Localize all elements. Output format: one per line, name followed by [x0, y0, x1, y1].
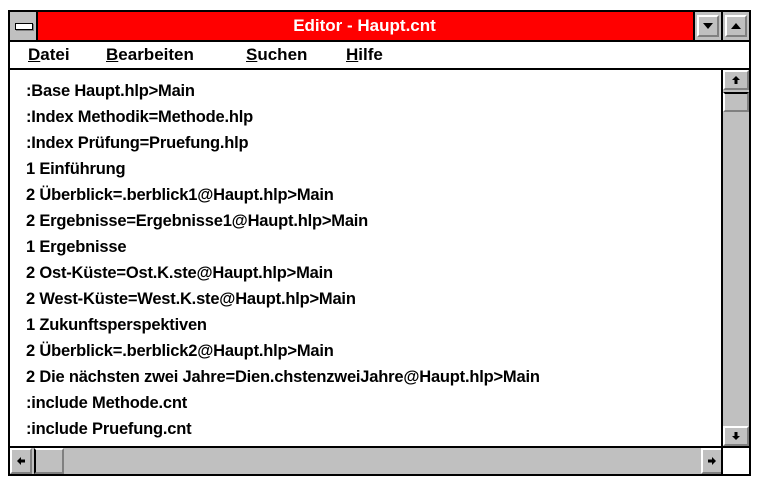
- minimize-button[interactable]: [693, 12, 721, 40]
- editor-window: Editor - Haupt.cnt Datei Bearbeiten Such…: [8, 10, 751, 476]
- horizontal-scrollbar[interactable]: [10, 446, 723, 474]
- text-line: 2 Überblick=.berblick2@Haupt.hlp>Main: [26, 342, 334, 360]
- window-title: Editor - Haupt.cnt: [293, 16, 436, 35]
- title-bar[interactable]: Editor - Haupt.cnt: [10, 12, 749, 42]
- text-line: 2 West-Küste=West.K.ste@Haupt.hlp>Main: [26, 290, 356, 308]
- arrow-down-icon: [732, 432, 740, 440]
- scroll-right-button[interactable]: [701, 448, 723, 474]
- maximize-icon: [725, 15, 747, 37]
- system-menu-icon[interactable]: [10, 12, 38, 40]
- scrollbar-corner: [721, 446, 749, 474]
- scroll-left-button[interactable]: [10, 448, 32, 474]
- scroll-down-button[interactable]: [723, 426, 749, 446]
- text-line: 2 Die nächsten zwei Jahre=Dien.chstenzwe…: [26, 368, 540, 386]
- scroll-up-button[interactable]: [723, 70, 749, 90]
- text-line: 1 Zukunftsperspektiven: [26, 316, 207, 334]
- horizontal-scroll-thumb[interactable]: [34, 448, 64, 474]
- text-line: :include Methode.cnt: [26, 394, 188, 412]
- menu-bearbeiten[interactable]: Bearbeiten: [106, 42, 194, 68]
- text-line: 2 Überblick=.berblick1@Haupt.hlp>Main: [26, 186, 334, 204]
- text-line: 2 Ost-Küste=Ost.K.ste@Haupt.hlp>Main: [26, 264, 333, 282]
- menu-datei[interactable]: Datei: [28, 42, 70, 68]
- menu-hilfe[interactable]: Hilfe: [346, 42, 383, 68]
- maximize-button[interactable]: [721, 12, 749, 40]
- text-line: :Index Prüfung=Pruefung.hlp: [26, 134, 249, 152]
- minimize-icon: [697, 15, 719, 37]
- menu-suchen[interactable]: Suchen: [246, 42, 307, 68]
- arrow-left-icon: [17, 457, 25, 465]
- text-line: 1 Einführung: [26, 160, 126, 178]
- vertical-scrollbar[interactable]: [721, 70, 749, 446]
- text-line: 2 Ergebnisse=Ergebnisse1@Haupt.hlp>Main: [26, 212, 369, 230]
- menu-bar: Datei Bearbeiten Suchen Hilfe: [10, 42, 749, 70]
- text-line: :include Pruefung.cnt: [26, 420, 192, 438]
- text-line: 1 Ergebnisse: [26, 238, 127, 256]
- text-line: :Index Methodik=Methode.hlp: [26, 108, 253, 126]
- arrow-up-icon: [732, 76, 740, 84]
- text-line: :Base Haupt.hlp>Main: [26, 82, 195, 100]
- arrow-right-icon: [708, 457, 716, 465]
- text-editor-area[interactable]: :Base Haupt.hlp>Main :Index Methodik=Met…: [10, 70, 723, 438]
- vertical-scroll-thumb[interactable]: [723, 92, 749, 112]
